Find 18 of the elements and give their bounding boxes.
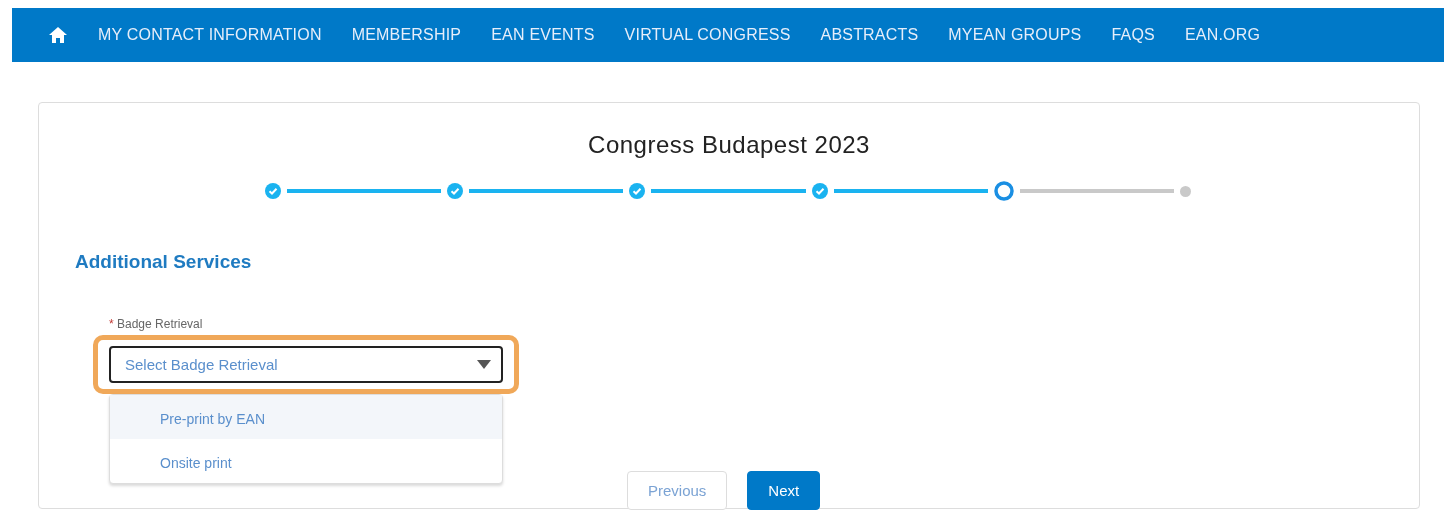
nav-link[interactable]: MY CONTACT INFORMATION [98, 26, 322, 44]
section-title: Additional Services [75, 251, 253, 273]
field-label: * Badge Retrieval [109, 317, 204, 331]
nav-link[interactable]: EAN EVENTS [491, 26, 595, 44]
badge-retrieval-dropdown[interactable]: Select Badge Retrieval [109, 346, 503, 383]
caret-down-icon [477, 360, 491, 369]
nav-link[interactable]: VIRTUAL CONGRESS [624, 26, 791, 44]
dropdown-option[interactable]: Onsite print [110, 439, 502, 483]
page-title: Congress Budapest 2023 [587, 130, 871, 159]
dropdown-option[interactable]: Pre-print by EAN [110, 395, 502, 439]
nav-link[interactable]: EAN.ORG [1184, 26, 1261, 44]
home-icon[interactable] [48, 26, 68, 44]
nav-link[interactable]: ABSTRACTS [820, 26, 919, 44]
nav-link[interactable]: FAQS [1111, 26, 1155, 44]
nav-link[interactable]: MEMBERSHIP [351, 26, 462, 44]
nav-link[interactable]: MYEAN GROUPS [948, 26, 1082, 44]
next-button[interactable]: Next [747, 471, 821, 510]
previous-button[interactable]: Previous [627, 471, 728, 510]
